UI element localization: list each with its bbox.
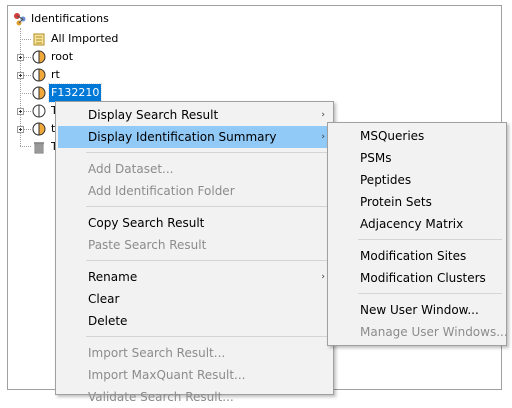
tree-connector-line [24, 57, 31, 58]
trash-icon [34, 142, 44, 154]
tree-root-label: Identifications [31, 12, 109, 25]
menu-item-label: New User Window... [360, 303, 479, 317]
menu-separator [86, 260, 329, 261]
expand-icon[interactable] [17, 72, 24, 79]
expand-icon[interactable] [17, 54, 24, 61]
menu-item-label: Display Search Result [88, 108, 219, 122]
menu-item-label: Rename [88, 270, 138, 284]
menu-item-import-maxquant-result[interactable]: Import MaxQuant Result... [58, 364, 331, 386]
tree-item-label: All Imported [51, 32, 119, 45]
submenu-item-new-user-window[interactable]: New User Window... [330, 299, 504, 321]
menu-item-label: Add Identification Folder [88, 184, 235, 198]
submenu-item-adjacency-matrix[interactable]: Adjacency Matrix [330, 213, 504, 235]
tree-connector-line [20, 93, 31, 94]
all-imported-icon [33, 33, 45, 46]
menu-item-label: Clear [88, 292, 120, 306]
menu-item-label: Paste Search Result [88, 238, 207, 252]
project-icon [32, 68, 46, 82]
tree-connector-line [20, 146, 31, 147]
submenu-item-protein-sets[interactable]: Protein Sets [330, 191, 504, 213]
identification-summary-submenu[interactable]: MSQueries PSMs Peptides Protein Sets Adj… [327, 122, 508, 346]
submenu-arrow-icon: › [321, 110, 325, 120]
menu-item-display-identification-summary[interactable]: Display Identification Summary › [58, 126, 331, 148]
menu-separator [86, 336, 329, 337]
submenu-item-manage-user-windows[interactable]: Manage User Windows... [330, 321, 508, 343]
tree-connector-line [20, 39, 31, 40]
context-menu[interactable]: Display Search Result › Display Identifi… [55, 101, 334, 404]
menu-separator [358, 293, 502, 294]
tree-item-all-imported[interactable]: All Imported [32, 30, 182, 48]
project-icon [32, 104, 46, 118]
menu-separator [358, 239, 502, 240]
menu-item-clear[interactable]: Clear [58, 288, 331, 310]
project-icon [32, 122, 46, 136]
submenu-item-msqueries[interactable]: MSQueries [330, 125, 504, 147]
tree-connector-line [24, 75, 31, 76]
menu-item-label: Add Dataset... [88, 162, 174, 176]
menu-separator [86, 206, 329, 207]
menu-item-label: Validate Search Result... [88, 390, 234, 404]
menu-item-paste-search-result[interactable]: Paste Search Result [58, 234, 331, 256]
menu-item-label: Manage User Windows... [360, 325, 508, 339]
submenu-arrow-icon: › [321, 272, 325, 282]
menu-item-label: Import MaxQuant Result... [88, 368, 246, 382]
expand-icon[interactable] [17, 108, 24, 115]
search-result-icon [32, 86, 46, 100]
menu-item-label: Import Search Result... [88, 346, 226, 360]
submenu-item-peptides[interactable]: Peptides [330, 169, 504, 191]
menu-item-label: Peptides [360, 173, 412, 187]
menu-item-label: Adjacency Matrix [360, 217, 464, 231]
tree-item-label: F132210 [47, 83, 103, 103]
menu-item-display-search-result[interactable]: Display Search Result › [58, 104, 331, 126]
menu-item-validate-search-result[interactable]: Validate Search Result... [58, 386, 331, 408]
submenu-item-modification-clusters[interactable]: Modification Clusters [330, 267, 504, 289]
tree-connector-line [24, 129, 31, 130]
identifications-root-icon [14, 13, 26, 26]
menu-item-label: Delete [88, 314, 128, 328]
menu-item-add-dataset[interactable]: Add Dataset... [58, 158, 331, 180]
menu-item-delete[interactable]: Delete [58, 310, 331, 332]
menu-item-label: PSMs [360, 151, 392, 165]
menu-item-label: Modification Clusters [360, 271, 486, 285]
submenu-arrow-icon: › [321, 132, 325, 142]
expand-icon[interactable] [17, 126, 24, 133]
menu-item-label: MSQueries [360, 129, 425, 143]
menu-item-import-search-result[interactable]: Import Search Result... [58, 342, 331, 364]
menu-item-label: Copy Search Result [88, 216, 205, 230]
menu-separator [86, 152, 329, 153]
menu-item-label: Protein Sets [360, 195, 432, 209]
menu-item-label: Modification Sites [360, 249, 467, 263]
tree-item-label: rt [51, 68, 60, 81]
menu-item-rename[interactable]: Rename › [58, 266, 331, 288]
tree-connector-line [24, 111, 31, 112]
project-icon [32, 50, 46, 64]
submenu-item-psms[interactable]: PSMs [330, 147, 504, 169]
menu-item-copy-search-result[interactable]: Copy Search Result [58, 212, 331, 234]
tree-item-selected[interactable]: F132210 [32, 83, 182, 103]
menu-item-label: Display Identification Summary [88, 130, 277, 144]
tree-item-project[interactable]: root [32, 48, 182, 66]
tree-root-row[interactable]: Identifications [13, 10, 213, 28]
tree-item-project[interactable]: rt [32, 66, 182, 84]
tree-item-label: root [51, 50, 74, 63]
submenu-item-modification-sites[interactable]: Modification Sites [330, 245, 504, 267]
menu-item-add-identification-folder[interactable]: Add Identification Folder [58, 180, 331, 202]
